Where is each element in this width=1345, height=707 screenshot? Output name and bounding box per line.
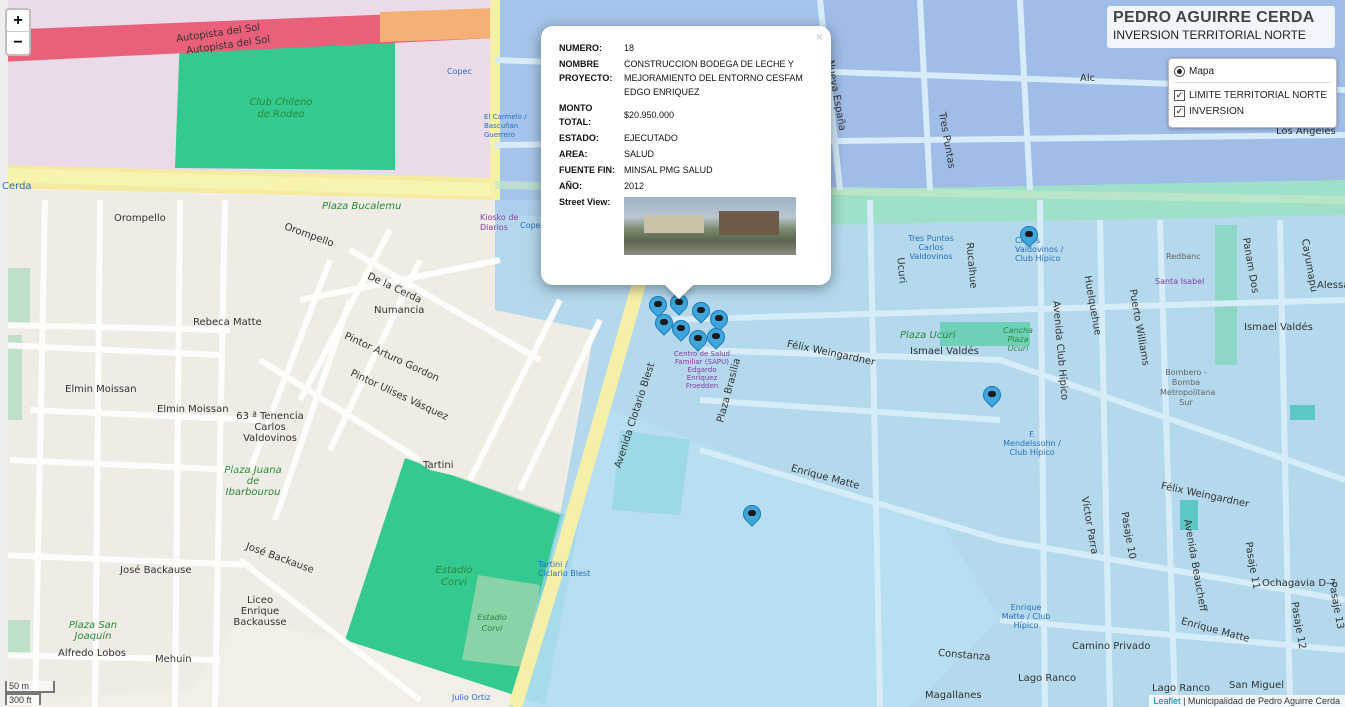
area-label-numancia: Numancia [374, 305, 425, 316]
field-label: NUMERO: [559, 43, 602, 53]
zoom-in-button[interactable]: + [7, 10, 29, 32]
field-value-anio: 2012 [624, 181, 645, 191]
map-title: PEDRO AGUIRRE CERDA [1113, 9, 1315, 26]
investment-marker[interactable] [688, 298, 714, 326]
road-label-lago-ranco-2: Lago Ranco [1152, 683, 1211, 694]
investment-marker[interactable] [979, 382, 1005, 410]
park-label-estadio: Estadio Corvi [435, 565, 473, 588]
field-value-area: SALUD [624, 149, 655, 159]
poi-label-redbanc: Redbanc [1166, 252, 1201, 261]
area-label-alessa: Alessa [1317, 280, 1345, 291]
radio-icon[interactable] [1174, 65, 1185, 77]
zoom-control: + − [5, 8, 31, 56]
field-label: AÑO: [559, 181, 582, 191]
poi-label-el-carmelo: El Carmelo / Bascuñan Guerrero [484, 113, 527, 139]
project-popup: × NUMERO: 18 NOMBRE PROYECTO: CONSTRUCCION… [541, 26, 831, 300]
poi-label-santa-isabel: Santa Isabel [1155, 277, 1205, 286]
poi-label-copec: Copec [447, 67, 472, 76]
road-label-tartini: Tartini [423, 460, 454, 471]
field-label: Street View: [559, 197, 611, 207]
road-label-ucuri: Ucuri [894, 257, 908, 284]
project-details-table: NUMERO: 18 NOMBRE PROYECTO: CONSTRUCCION B… [559, 40, 813, 256]
attribution-separator: | [1180, 696, 1188, 706]
overlay-label-limite: LIMITE TERRITORIAL NORTE [1189, 89, 1327, 101]
park-label-plaza-juana: Plaza Juana de Ibarbourou [224, 465, 282, 498]
layers-divider [1174, 82, 1331, 83]
road-label-alfredo-lobos: Alfredo Lobos [58, 648, 127, 659]
overlay-option-inversion[interactable]: ✓ INVERSION [1174, 103, 1331, 119]
layers-control: Mapa ✓ LIMITE TERRITORIAL NORTE ✓ INVERS… [1168, 58, 1337, 128]
scale-bar: 50 m 300 ft [5, 681, 55, 705]
investment-marker[interactable] [651, 310, 677, 338]
road-label-orompello: Orompello [114, 213, 166, 224]
field-label: NOMBRE PROYECTO: [559, 59, 613, 83]
field-value-numero: 18 [624, 43, 635, 53]
poi-label-liceo: Liceo Enrique Backausse [233, 595, 287, 628]
street-view-thumbnail[interactable] [624, 197, 796, 255]
road-label-ismael-2: Ismael Valdés [1244, 322, 1313, 333]
investment-marker[interactable] [703, 324, 729, 352]
investment-marker[interactable] [739, 501, 765, 529]
field-value-monto: $20.950.000 [624, 110, 675, 120]
close-icon[interactable]: × [816, 30, 823, 44]
investment-marker[interactable] [1016, 222, 1042, 250]
poi-label-julio-ortiz: Julio Ortiz [452, 693, 491, 702]
poi-label-enrique-matte-bus: Enrique Matte / Club Hípico [1001, 603, 1051, 630]
field-value-fuente: MINSAL PMG SALUD [624, 165, 713, 175]
checkbox-icon[interactable]: ✓ [1174, 89, 1185, 101]
map-subtitle: INVERSION TERRITORIAL NORTE [1113, 28, 1306, 42]
field-label: FUENTE FIN: [559, 165, 615, 175]
road-label-elmin: Elmin Moissan [65, 384, 137, 395]
field-label: AREA: [559, 149, 588, 159]
park-label-club: Club Chileno de Rodeo [249, 97, 313, 120]
road-label-alc: Alc [1080, 73, 1096, 84]
base-layer-option[interactable]: Mapa [1174, 63, 1331, 79]
road-label-mehuin: Mehuin [155, 654, 192, 665]
leaflet-link[interactable]: Leaflet [1154, 696, 1181, 706]
zoom-out-button[interactable]: − [7, 32, 29, 54]
attribution-source: Municipalidad de Pedro Aguirre Cerda [1187, 696, 1340, 706]
park-label-plaza-bucalemu: Plaza Bucalemu [322, 201, 402, 212]
base-layer-label: Mapa [1189, 65, 1215, 77]
road-label-magallanes: Magallanes [925, 690, 982, 701]
road-label-jose-backause-2: José Backause [120, 565, 192, 576]
poi-label-bombero: Bombero - Bomba Metropolitana Sur [1160, 368, 1216, 407]
poi-label-tenencia: 63 ª Tenencia Carlos Valdovinos [236, 411, 304, 444]
investment-marker[interactable] [685, 326, 711, 354]
field-label: ESTADO: [559, 133, 599, 143]
field-label: MONTO TOTAL: [559, 103, 593, 127]
area-label-san-miguel: San Miguel [1229, 680, 1285, 691]
field-value-estado: EJECUTADO [624, 133, 678, 143]
road-label-elmin-2: Elmin Moissan [157, 404, 229, 415]
poi-label-mendelssohn: F. Mendelssohn / Club Hípico [1003, 430, 1061, 457]
overlay-label-inversion: INVERSION [1189, 105, 1245, 117]
field-value-nombre: CONSTRUCCION BODEGA DE LECHE Y MEJORAMIE… [624, 59, 803, 97]
park-label-plaza-ucuri: Plaza Ucuri [900, 330, 956, 341]
road-label-cerda: Cerda [2, 181, 32, 192]
park-label-plaza-san-joaquin: Plaza San Joaquín [68, 620, 118, 642]
area-label-ochagavia: Ochagavia D-7 [1262, 578, 1336, 589]
road-label-ismael: Ismael Valdés [910, 346, 979, 357]
scale-imperial: 300 ft [5, 693, 41, 705]
poi-label-tres-puntas: Tres Puntas Carlos Valdovinos [908, 234, 954, 261]
investment-marker[interactable] [668, 316, 694, 344]
checkbox-icon[interactable]: ✓ [1174, 105, 1185, 117]
attribution: Leaflet | Municipalidad de Pedro Aguirre… [1148, 695, 1345, 707]
map-title-box: PEDRO AGUIRRE CERDA INVERSION TERRITORIA… [1107, 6, 1335, 48]
overlay-option-limite[interactable]: ✓ LIMITE TERRITORIAL NORTE [1174, 87, 1331, 103]
park-label-estadio-2: Estadio Corvi [477, 613, 507, 633]
poi-label-tartini-bus: Tartini / Ciclario Blest [538, 560, 591, 578]
poi-label-centro-salud: Centro de Salud Familiar (SAPU) Edgardo … [673, 350, 731, 390]
road-label-camino-privado: Camino Privado [1072, 641, 1151, 652]
road-label-rebeca: Rebeca Matte [193, 317, 262, 328]
road-label-lago-ranco: Lago Ranco [1018, 673, 1077, 684]
park-label-cancha: Cancha Plaza Ucuri [1003, 326, 1033, 353]
scale-metric: 50 m [5, 681, 55, 693]
